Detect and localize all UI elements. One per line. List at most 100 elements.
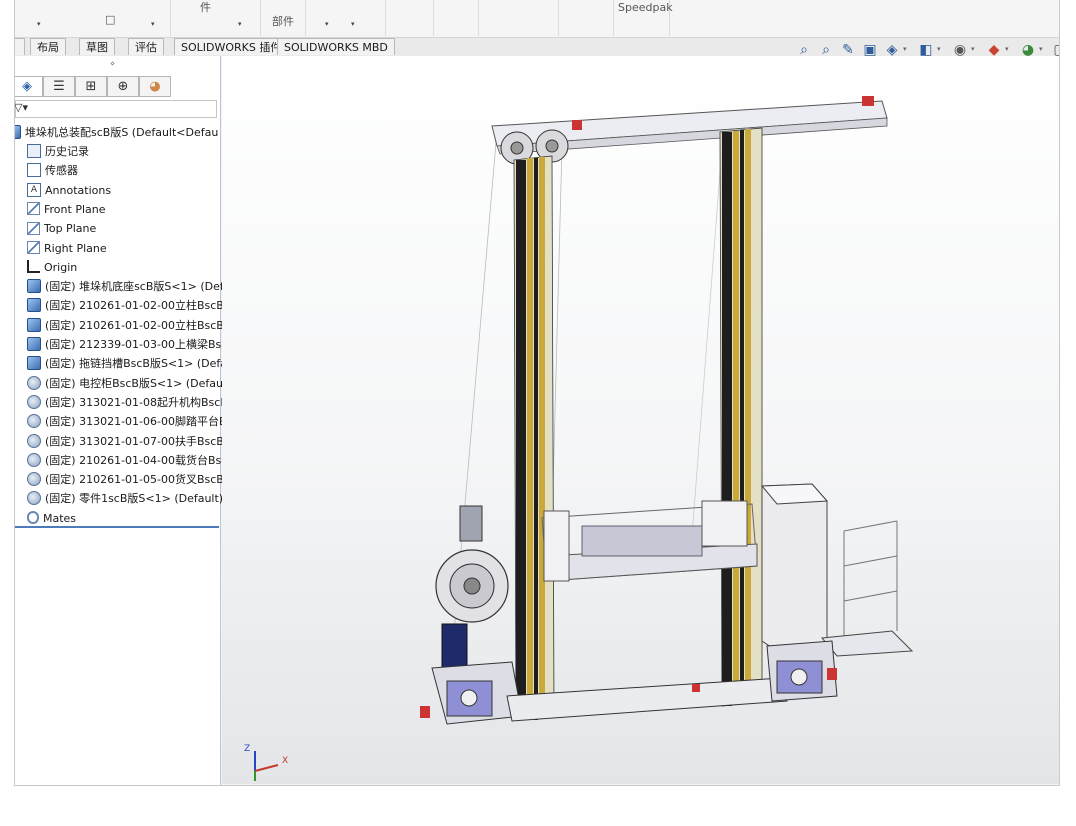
- subassembly-icon: [27, 414, 41, 429]
- tree-filter-input[interactable]: ▽▾: [15, 100, 217, 118]
- part-icon: [27, 317, 41, 332]
- display-manager-icon: ◕: [149, 79, 161, 94]
- subassembly-icon: [27, 472, 41, 487]
- tree-item-label: Top Plane: [44, 222, 97, 236]
- property-manager-tab[interactable]: ☰: [43, 76, 75, 97]
- panel-grip-icon[interactable]: ⋄: [110, 59, 115, 68]
- tree-item[interactable]: A Annotations: [27, 181, 233, 200]
- tree-root[interactable]: 堆垛机总装配scB版S (Default<Default_: [15, 123, 219, 142]
- tree-item-label: 历史记录: [45, 145, 89, 158]
- tree-item[interactable]: (固定) 212339-01-03-00上横梁BscE: [27, 335, 233, 354]
- tree-item[interactable]: (固定) 313021-01-08起升机构BscB版: [27, 393, 233, 412]
- feature-manager-icon: ◈: [22, 79, 32, 94]
- ribbon-label-1: □: [105, 13, 116, 26]
- subassembly-icon: [27, 375, 41, 390]
- tree-item-label: (固定) 堆垛机底座scB版S<1> (Defa: [45, 280, 231, 294]
- tree-separator: [15, 526, 219, 528]
- panel-tabs: ◈ ☰ ⊞ ⊕ ◕ ›: [15, 76, 221, 113]
- speedpak-label: Speedpak: [618, 1, 673, 14]
- tree-item-label: 传感器: [45, 164, 78, 178]
- tree-item[interactable]: (固定) 210261-01-02-00立柱BscB版: [27, 296, 233, 315]
- tree-item-label: (固定) 零件1scB版S<1> (Default): [45, 492, 224, 506]
- coordinate-triad: [254, 751, 279, 781]
- subassembly-icon: [27, 491, 41, 506]
- ribbon-group-3[interactable]: 部件: [260, 0, 306, 36]
- apply-scene-caret-icon[interactable]: ▾: [1039, 45, 1043, 53]
- graphics-area[interactable]: X Z: [222, 56, 1059, 784]
- tree-item-label: Annotations: [45, 183, 112, 197]
- tree-item-label: (固定) 210261-01-05-00货叉BscB版: [45, 473, 233, 487]
- ribbon-group-7[interactable]: [478, 0, 559, 36]
- tree-item-label: (固定) 212339-01-03-00上横梁BscE: [45, 338, 233, 351]
- tab-solidworks-mbd[interactable]: SOLIDWORKS MBD: [277, 38, 395, 55]
- edit-appearance-caret-icon[interactable]: ▾: [1005, 45, 1009, 53]
- origin-icon: [27, 260, 40, 274]
- tree-item-label: (固定) 210261-01-04-00载货台BscE: [45, 453, 233, 467]
- tree-item[interactable]: 历史记录: [27, 142, 233, 161]
- tree-item[interactable]: (固定) 210261-01-04-00载货台BscE: [27, 451, 233, 470]
- feature-manager-panel: ⋄ ◈ ☰ ⊞ ⊕ ◕ › ▽▾ 堆垛机总装配scB版S (Default<De…: [15, 56, 233, 785]
- tree-item[interactable]: (固定) 210261-01-02-00立柱BscB版: [27, 316, 233, 335]
- display-style-caret-icon[interactable]: ▾: [937, 45, 941, 53]
- configuration-manager-tab[interactable]: ⊞: [75, 76, 107, 97]
- tree-item[interactable]: Mates: [27, 509, 233, 528]
- tree-item[interactable]: Origin: [27, 258, 233, 277]
- hide-show-caret-icon[interactable]: ▾: [971, 45, 975, 53]
- tree-item-label: (固定) 210261-01-02-00立柱BscB版: [45, 299, 233, 313]
- ribbon-group-2[interactable]: 件 ▾: [170, 0, 261, 36]
- stacker-crane-model: [254, 96, 914, 781]
- tree-item[interactable]: 传感器: [27, 161, 233, 180]
- configuration-manager-icon: ⊞: [85, 79, 97, 94]
- tree-item-label: Mates: [43, 511, 77, 525]
- tree-item[interactable]: Front Plane: [27, 200, 233, 219]
- tree-item[interactable]: (固定) 堆垛机底座scB版S<1> (Defa: [27, 277, 233, 296]
- dimxpert-tab[interactable]: ⊕: [107, 76, 139, 97]
- tree-item[interactable]: (固定) 拖链挡槽BscB版S<1> (Defau: [27, 354, 233, 373]
- ribbon-dropdown-3[interactable]: ▾: [325, 20, 329, 28]
- assembly-icon: [15, 125, 21, 139]
- tab-hidden[interactable]: [15, 38, 25, 55]
- tree-item-label: Right Plane: [44, 241, 107, 255]
- feature-manager-tab[interactable]: ◈: [15, 76, 43, 97]
- tree-item[interactable]: (固定) 电控柜BscB版S<1> (Default): [27, 374, 233, 393]
- tab-evaluate[interactable]: 评估: [128, 38, 164, 55]
- tree-item[interactable]: Top Plane: [27, 219, 233, 238]
- tree-root-label: 堆垛机总装配scB版S (Default<Default_: [25, 126, 219, 139]
- annotations-icon: A: [27, 182, 41, 197]
- command-ribbon: □ ▾ ▾ 件 ▾ 部件 ▾ ▾ Speedpak: [15, 0, 1059, 38]
- ribbon-group-1[interactable]: □ ▾ ▾: [15, 0, 171, 36]
- tree-item-label: Origin: [44, 260, 78, 274]
- ribbon-group-speedpak[interactable]: Speedpak: [613, 0, 673, 36]
- tree-item-label: (固定) 拖链挡槽BscB版S<1> (Defau: [45, 357, 233, 371]
- tree-item[interactable]: (固定) 313021-01-06-00脚踏平台Bs: [27, 412, 233, 431]
- triad-x-label: X: [282, 756, 289, 766]
- ribbon-dropdown-1[interactable]: ▾: [37, 20, 41, 28]
- tab-sketch[interactable]: 草图: [79, 38, 115, 55]
- solidworks-window: □ ▾ ▾ 件 ▾ 部件 ▾ ▾ Speedpak 布局 草图 评估 SOLID…: [14, 0, 1060, 786]
- tab-layout[interactable]: 布局: [30, 38, 66, 55]
- tree-item[interactable]: (固定) 210261-01-05-00货叉BscB版: [27, 470, 233, 489]
- display-manager-tab[interactable]: ◕: [139, 76, 171, 97]
- subassembly-icon: [27, 394, 41, 409]
- tree-item-label: (固定) 313021-01-07-00扶手BscB版: [45, 434, 233, 448]
- ribbon-group-5[interactable]: [385, 0, 434, 36]
- tree-item[interactable]: (固定) 313021-01-07-00扶手BscB版: [27, 432, 233, 451]
- ribbon-dropdown-1b[interactable]: ▾: [151, 20, 155, 28]
- ribbon-group-8[interactable]: [558, 0, 614, 36]
- tree-item[interactable]: Right Plane: [27, 239, 233, 258]
- ribbon-group-6[interactable]: [433, 0, 479, 36]
- tree-item[interactable]: (固定) 零件1scB版S<1> (Default): [27, 489, 233, 508]
- ribbon-dropdown-4[interactable]: ▾: [351, 20, 355, 28]
- plane-icon: [27, 202, 40, 216]
- property-manager-icon: ☰: [53, 79, 65, 94]
- ribbon-label-2: 件: [200, 1, 211, 14]
- sensor-icon: [27, 163, 41, 178]
- ribbon-label-3: 部件: [272, 15, 294, 28]
- tree-item-label: (固定) 电控柜BscB版S<1> (Default): [45, 376, 233, 390]
- tree-item-label: (固定) 313021-01-06-00脚踏平台Bs: [45, 415, 233, 429]
- filter-icon[interactable]: ▽▾: [15, 101, 28, 114]
- view-orientation-caret-icon[interactable]: ▾: [903, 45, 907, 53]
- ribbon-dropdown-2[interactable]: ▾: [238, 20, 242, 28]
- ribbon-group-4[interactable]: ▾ ▾: [305, 0, 386, 36]
- tab-solidworks-addins[interactable]: SOLIDWORKS 插件: [174, 38, 289, 55]
